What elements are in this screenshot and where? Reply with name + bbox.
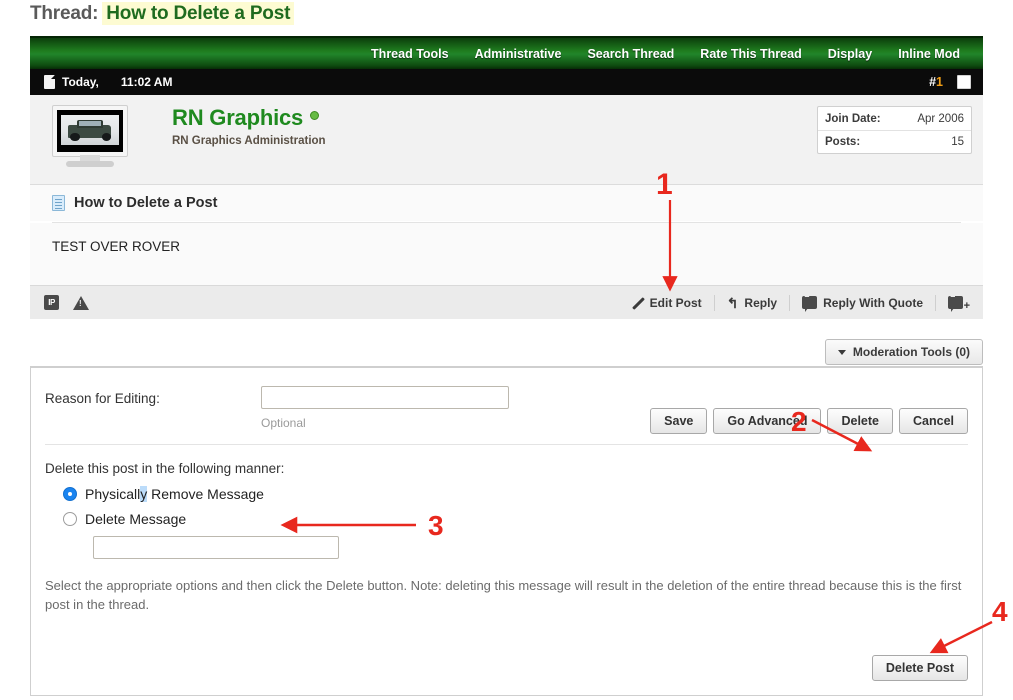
annotation-3-number: 3 [428, 512, 444, 540]
annotation-overlay [0, 0, 1013, 700]
annotation-4-number: 4 [992, 598, 1008, 626]
annotation-4-arrow [940, 622, 992, 648]
annotation-2-arrow [812, 420, 862, 446]
annotation-2-number: 2 [791, 408, 807, 436]
annotation-1-number: 1 [656, 170, 673, 200]
